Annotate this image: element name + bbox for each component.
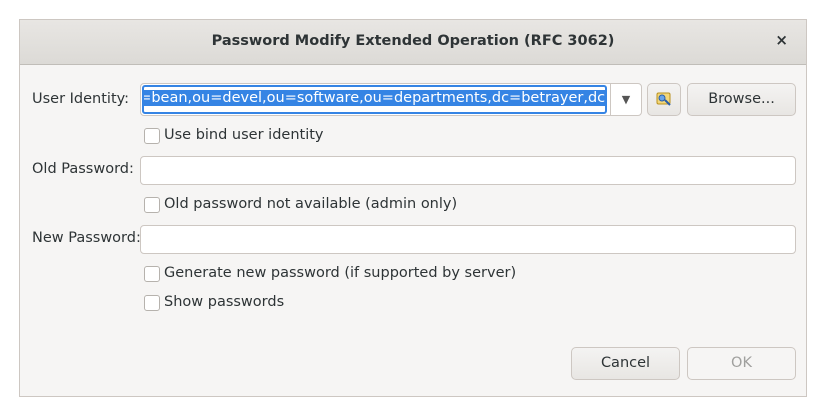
chevron-down-icon[interactable]: ▼ (610, 84, 641, 115)
entry-picker-icon (656, 92, 671, 106)
use-bind-identity-checkbox[interactable] (144, 128, 160, 144)
dialog-title: Password Modify Extended Operation (RFC … (211, 33, 615, 49)
show-passwords-label[interactable]: Show passwords (164, 294, 284, 310)
new-password-input[interactable] (140, 225, 796, 254)
user-identity-combo[interactable]: d=bean,ou=devel,ou=software,ou=departmen… (140, 83, 642, 116)
user-identity-input[interactable]: d=bean,ou=devel,ou=software,ou=departmen… (142, 85, 607, 114)
use-bind-identity-label[interactable]: Use bind user identity (164, 127, 324, 143)
old-password-label: Old Password: (32, 161, 134, 177)
close-icon[interactable]: × (775, 31, 788, 49)
password-modify-dialog: Password Modify Extended Operation (RFC … (19, 19, 807, 397)
show-passwords-checkbox[interactable] (144, 295, 160, 311)
new-password-label: New Password: (32, 230, 141, 246)
old-password-unavailable-label[interactable]: Old password not available (admin only) (164, 196, 457, 212)
ok-button[interactable]: OK (687, 347, 796, 380)
browse-button[interactable]: Browse... (687, 83, 796, 116)
cancel-button[interactable]: Cancel (571, 347, 680, 380)
entry-picker-button[interactable] (647, 83, 681, 116)
generate-password-checkbox[interactable] (144, 266, 160, 282)
old-password-unavailable-checkbox[interactable] (144, 197, 160, 213)
old-password-input[interactable] (140, 156, 796, 185)
user-identity-selected-text: d=bean,ou=devel,ou=software,ou=departmen… (144, 90, 605, 106)
titlebar: Password Modify Extended Operation (RFC … (20, 20, 806, 65)
generate-password-label[interactable]: Generate new password (if supported by s… (164, 265, 516, 281)
user-identity-label: User Identity: (32, 91, 130, 107)
